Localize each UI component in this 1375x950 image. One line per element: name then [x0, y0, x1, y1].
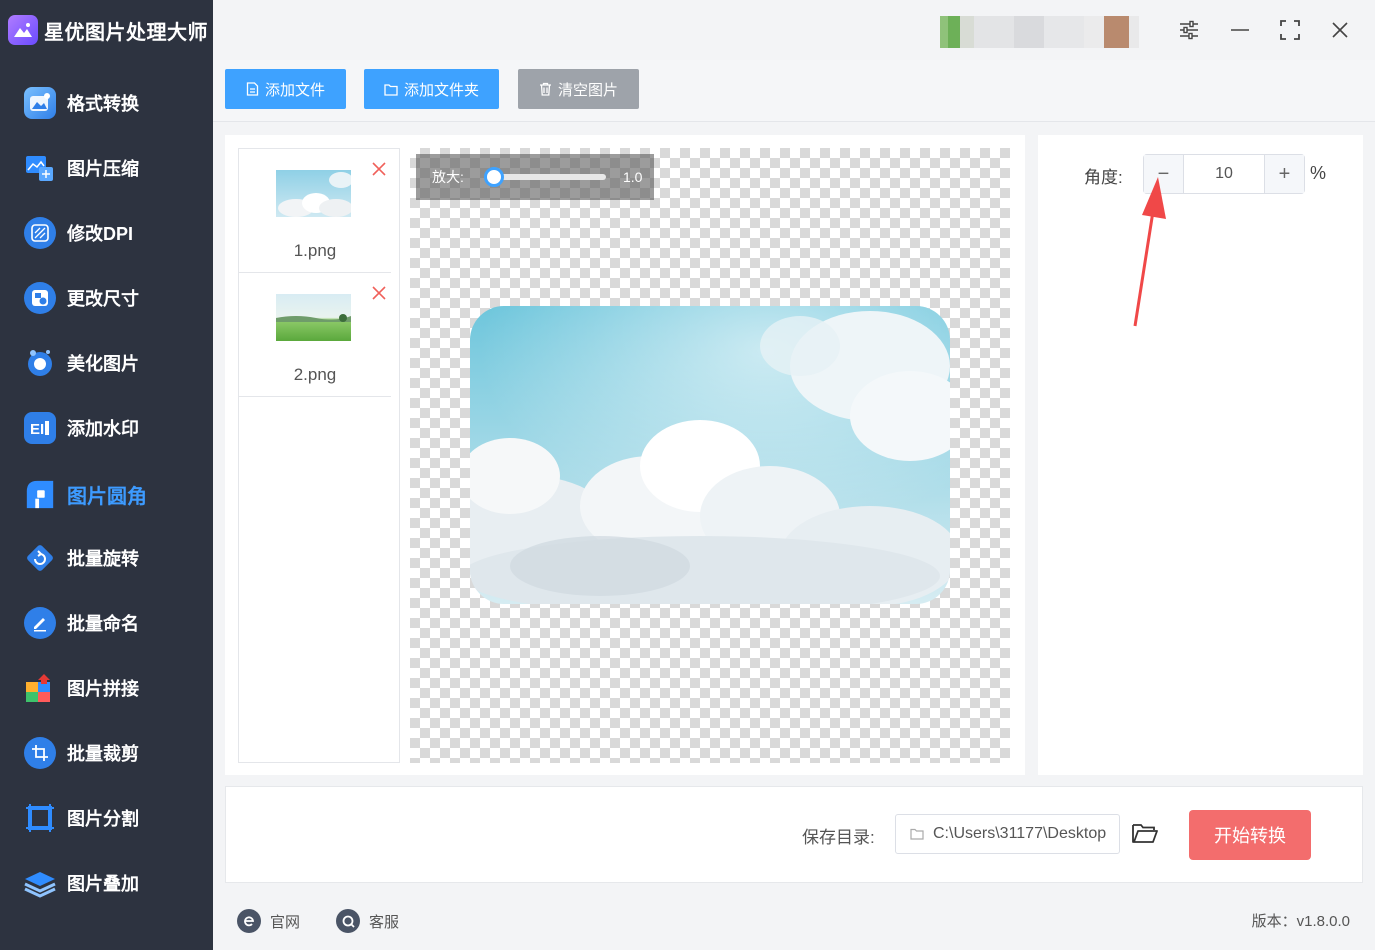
- version-label: 版本：v1.8.0.0: [1251, 913, 1350, 930]
- rename-icon: [24, 607, 56, 639]
- sidebar-item-label: 批量裁剪: [67, 744, 139, 764]
- svg-text:EI: EI: [30, 421, 44, 437]
- maximize-icon[interactable]: [1277, 17, 1303, 43]
- zoom-label: 放大:: [432, 169, 464, 185]
- angle-unit: %: [1310, 163, 1327, 183]
- sidebar-item-crop[interactable]: 批量裁剪: [24, 733, 209, 773]
- save-directory-label: 保存目录:: [802, 828, 875, 847]
- zoom-slider-handle[interactable]: [484, 167, 504, 187]
- sidebar-item-beautify[interactable]: 美化图片: [24, 343, 209, 383]
- browse-folder-icon[interactable]: [1131, 821, 1159, 847]
- close-icon[interactable]: [1327, 17, 1353, 43]
- sidebar-item-format-convert[interactable]: 格式转换: [24, 83, 209, 123]
- sidebar-item-compress[interactable]: 图片压缩: [24, 148, 209, 188]
- beautify-icon: [24, 347, 56, 379]
- watermark-icon: EI: [24, 412, 56, 444]
- app-logo-icon: [8, 15, 38, 45]
- sidebar-item-label: 格式转换: [67, 94, 139, 114]
- preview-image: [470, 306, 950, 604]
- crop-icon: [24, 737, 56, 769]
- minimize-icon[interactable]: [1227, 17, 1253, 43]
- sidebar-item-label: 美化图片: [67, 354, 139, 374]
- angle-input[interactable]: [1184, 155, 1264, 193]
- zoom-value: 1.0: [623, 169, 643, 185]
- image-preview-canvas[interactable]: 放大: 1.0: [410, 148, 1010, 763]
- clear-images-button[interactable]: 清空图片: [518, 69, 639, 109]
- angle-increase-button[interactable]: +: [1264, 155, 1304, 193]
- file-icon: [246, 82, 259, 96]
- sidebar-item-label: 图片圆角: [67, 485, 147, 508]
- remove-file-close-icon[interactable]: [371, 161, 387, 177]
- sidebar-item-rotate[interactable]: 批量旋转: [24, 538, 209, 578]
- file-list-item[interactable]: 2.png: [239, 273, 391, 397]
- split-icon: [24, 802, 56, 834]
- file-list-item[interactable]: 1.png: [239, 149, 391, 273]
- trash-icon: [539, 82, 551, 96]
- sidebar-item-stitch[interactable]: 图片拼接: [24, 668, 209, 708]
- workspace-panel: 1.png 2.png 放大: 1.0: [225, 135, 1025, 775]
- file-name: 2.png: [293, 365, 337, 384]
- file-name: 1.png: [293, 241, 337, 260]
- zoom-control: 放大: 1.0: [416, 154, 654, 200]
- compress-icon: [24, 152, 56, 184]
- angle-label: 角度:: [1084, 168, 1123, 187]
- add-folder-button[interactable]: 添加文件夹: [364, 69, 499, 109]
- support-link[interactable]: 客服: [336, 909, 399, 933]
- sidebar-item-watermark[interactable]: EI 添加水印: [24, 408, 209, 448]
- rotate-icon: [24, 542, 56, 574]
- chat-support-icon: [336, 909, 360, 933]
- stitch-icon: [24, 672, 56, 704]
- sidebar-item-label: 图片拼接: [67, 679, 139, 699]
- start-convert-button[interactable]: 开始转换: [1189, 810, 1311, 860]
- sidebar-item-label: 添加水印: [67, 419, 139, 439]
- sidebar-item-label: 修改DPI: [67, 224, 134, 244]
- sidebar-item-label: 批量命名: [67, 614, 139, 634]
- toolbar: 添加文件 添加文件夹 清空图片: [213, 60, 1375, 122]
- round-corner-icon: [24, 478, 56, 510]
- file-list: 1.png 2.png: [238, 148, 400, 763]
- sidebar: 星优图片处理大师 格式转换 图片压缩 修改DPI 更改尺寸 美化图片 EI 添加…: [0, 0, 213, 950]
- save-bar: 保存目录: C:\Users\31177\Desktop 开始转换: [225, 786, 1363, 883]
- add-file-label: 添加文件: [264, 81, 325, 99]
- sidebar-item-split[interactable]: 图片分割: [24, 798, 209, 838]
- settings-panel: 角度: − + %: [1038, 135, 1363, 775]
- website-label: 官网: [270, 913, 301, 931]
- save-directory-path: C:\Users\31177\Desktop: [933, 825, 1107, 842]
- save-directory-input[interactable]: C:\Users\31177\Desktop: [895, 814, 1120, 854]
- sidebar-item-overlay[interactable]: 图片叠加: [24, 863, 209, 903]
- dpi-icon: [24, 217, 56, 249]
- sidebar-item-label: 图片分割: [67, 809, 139, 829]
- annotation-arrow-icon: [1133, 177, 1166, 327]
- zoom-slider-track[interactable]: [490, 174, 606, 180]
- support-label: 客服: [369, 913, 400, 931]
- clear-images-label: 清空图片: [557, 81, 618, 99]
- browser-e-icon: [237, 909, 261, 933]
- website-link[interactable]: 官网: [237, 909, 300, 933]
- sidebar-item-label: 更改尺寸: [67, 289, 139, 309]
- title-bar: [213, 0, 1375, 60]
- app-brand: 星优图片处理大师: [8, 13, 208, 47]
- user-account-area[interactable]: [940, 16, 1155, 48]
- sidebar-item-label: 批量旋转: [67, 549, 139, 569]
- sidebar-item-resize[interactable]: 更改尺寸: [24, 278, 209, 318]
- sidebar-item-dpi[interactable]: 修改DPI: [24, 213, 209, 253]
- sidebar-item-label: 图片压缩: [67, 159, 139, 179]
- settings-sliders-icon[interactable]: [1176, 17, 1202, 43]
- overlay-icon: [24, 867, 56, 899]
- resize-icon: [24, 282, 56, 314]
- remove-file-close-icon[interactable]: [371, 285, 387, 301]
- add-file-button[interactable]: 添加文件: [225, 69, 346, 109]
- format-convert-icon: [24, 87, 56, 119]
- file-thumbnail: [276, 170, 353, 217]
- sidebar-item-label: 图片叠加: [67, 874, 139, 894]
- add-folder-label: 添加文件夹: [403, 81, 479, 99]
- sidebar-item-rename[interactable]: 批量命名: [24, 603, 209, 643]
- footer: 官网 客服 版本：v1.8.0.0: [213, 890, 1375, 950]
- folder-icon: [384, 83, 398, 96]
- file-thumbnail: [276, 294, 351, 341]
- sidebar-item-round-corner[interactable]: 图片圆角: [24, 474, 209, 514]
- folder-icon: [910, 828, 924, 840]
- app-title: 星优图片处理大师: [44, 21, 208, 44]
